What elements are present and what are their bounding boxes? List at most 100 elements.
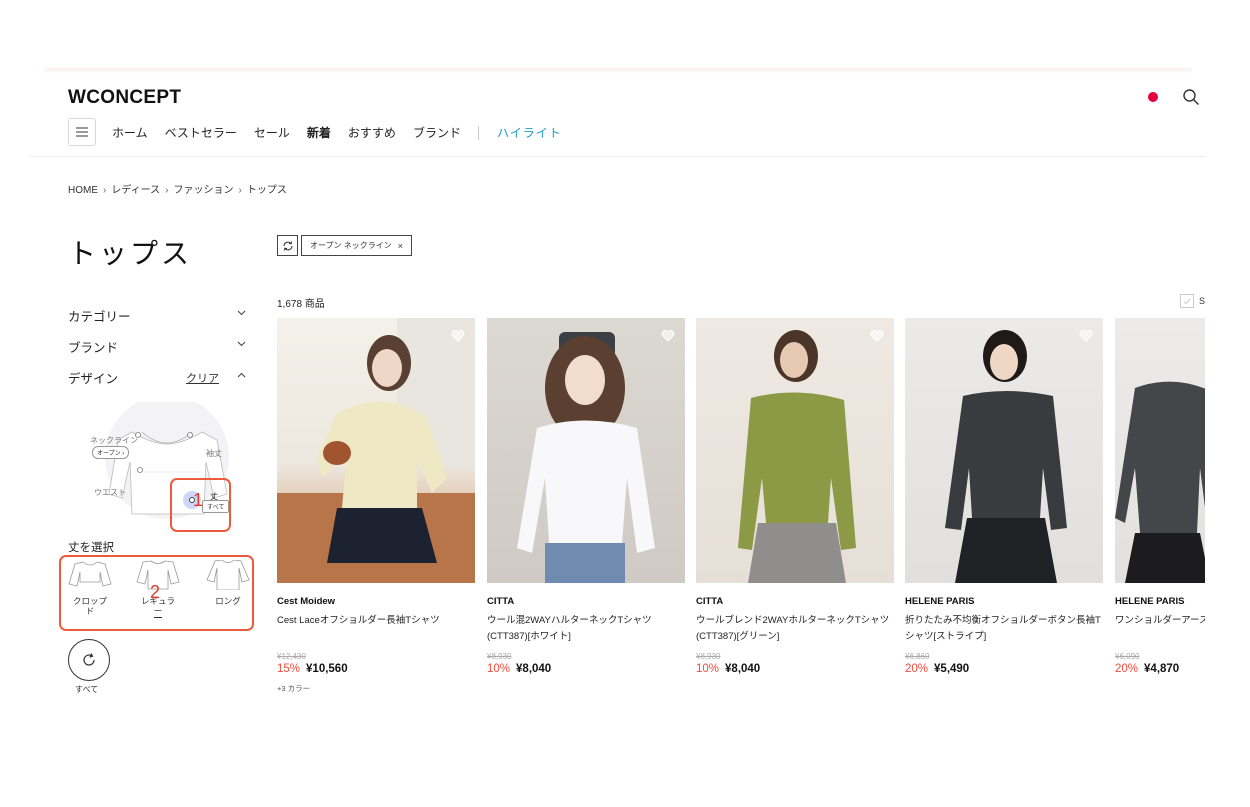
breadcrumb-ladies[interactable]: レディース <box>111 185 160 196</box>
price-row: 10% ¥8,040 <box>696 663 894 675</box>
chevron-down-icon <box>237 310 246 316</box>
price-row: 15% ¥10,560 <box>277 663 475 675</box>
heart-icon[interactable] <box>1079 330 1093 342</box>
sort-label: S <box>1199 296 1206 306</box>
discount-rate: 20% <box>1115 663 1139 675</box>
filter-brand[interactable]: ブランド <box>68 337 246 356</box>
product-name[interactable]: ウールブレンド2WAYホルターネックTシャツ(CTT387)[グリーン] <box>696 613 894 645</box>
nav-bestseller[interactable]: ベストセラー <box>165 124 237 141</box>
close-icon[interactable]: × <box>398 241 403 251</box>
region-flag-icon[interactable] <box>1148 92 1158 102</box>
product-grid: Cest Moidew Cest Laceオフショルダー長袖Tシャツ ¥12,4… <box>277 318 1205 698</box>
filter-category-label: カテゴリー <box>68 310 131 324</box>
page-title: トップス <box>68 238 193 269</box>
breadcrumb: HOME › レディース › ファッション › トップス <box>68 181 287 196</box>
chevron-right-icon: › <box>103 185 107 196</box>
breadcrumb-tops[interactable]: トップス <box>247 185 287 196</box>
price-row: 20% ¥5,490 <box>905 663 1103 675</box>
product-photo-illustration <box>1115 381 1205 583</box>
product-photo-illustration <box>738 330 856 583</box>
breadcrumb-fashion[interactable]: ファッション <box>174 185 234 196</box>
product-brand[interactable]: CITTA <box>696 596 894 607</box>
chevron-right-icon: › <box>238 185 242 196</box>
color-count: +3 カラー <box>277 684 311 693</box>
product-card[interactable]: Cest Moidew Cest Laceオフショルダー長袖Tシャツ ¥12,4… <box>277 318 475 694</box>
active-filter-chip[interactable]: オープン ネックライン × <box>301 235 413 256</box>
heart-icon[interactable] <box>870 330 884 342</box>
price-row: 20% ¥4,870 <box>1115 663 1205 675</box>
heart-icon[interactable] <box>451 330 465 342</box>
product-photo-illustration <box>277 318 475 583</box>
product-image[interactable] <box>1115 318 1205 583</box>
product-card[interactable]: CITTA ウール混2WAYハルターネックTシャツ(CTT387)[ホワイト] … <box>487 318 685 675</box>
annotation-number-2: 2 <box>150 582 161 602</box>
search-icon[interactable] <box>1182 88 1200 106</box>
reset-length-label: すべて <box>75 685 99 694</box>
product-name[interactable]: 折りたたみ不均衡オフショルダーボタン長袖Tシャツ[ストライプ] <box>905 613 1103 645</box>
nav-new[interactable]: 新着 <box>307 124 331 141</box>
refresh-icon <box>283 240 292 251</box>
filter-brand-label: ブランド <box>68 341 119 355</box>
product-name[interactable]: Cest Laceオフショルダー長袖Tシャツ <box>277 613 475 645</box>
hamburger-icon <box>76 127 88 137</box>
neckline-value: オープン <box>97 451 121 457</box>
sale-price: ¥8,040 <box>725 663 761 675</box>
chevron-down-icon <box>237 341 246 347</box>
product-image[interactable] <box>487 318 685 583</box>
product-card[interactable]: CITTA ウールブレンド2WAYホルターネックTシャツ(CTT387)[グリー… <box>696 318 894 675</box>
nav-home[interactable]: ホーム <box>112 124 148 141</box>
sale-price: ¥4,870 <box>1144 663 1180 675</box>
clear-design-link[interactable]: クリア <box>186 370 219 386</box>
product-brand[interactable]: CITTA <box>487 596 685 607</box>
logo[interactable]: WCONCEPT <box>68 87 181 109</box>
sale-price: ¥5,490 <box>934 663 970 675</box>
filter-design-label: デザイン <box>68 372 119 386</box>
chevron-up-icon <box>237 372 246 378</box>
product-card[interactable]: HELENE PARIS 折りたたみ不均衡オフショルダーボタン長袖Tシャツ[スト… <box>905 318 1103 675</box>
product-brand[interactable]: HELENE PARIS <box>1115 596 1205 607</box>
original-price: ¥6,860 <box>905 652 930 661</box>
original-price: ¥8,930 <box>487 652 512 661</box>
sale-price: ¥8,040 <box>516 663 552 675</box>
sort-checkbox[interactable] <box>1180 294 1194 308</box>
breadcrumb-home[interactable]: HOME <box>68 185 98 196</box>
product-card[interactable]: HELENE PARIS ワンショルダーアースロングスリーブTシャツ ¥6,09… <box>1115 318 1205 675</box>
product-brand[interactable]: HELENE PARIS <box>905 596 1103 607</box>
nav-recommend[interactable]: おすすめ <box>348 124 396 141</box>
product-brand[interactable]: Cest Moidew <box>277 596 475 607</box>
filter-design[interactable]: デザイン <box>68 368 246 387</box>
nav-divider <box>477 125 479 140</box>
chevron-right-icon: › <box>165 185 169 196</box>
sale-price: ¥10,560 <box>306 663 348 675</box>
original-price: ¥8,930 <box>696 652 721 661</box>
sleeve-label: 袖丈 <box>206 449 222 458</box>
nav-sale[interactable]: セール <box>254 124 290 141</box>
discount-rate: 10% <box>696 663 720 675</box>
main-nav: ホーム ベストセラー セール 新着 おすすめ ブランド ハイライト <box>112 124 579 141</box>
refresh-icon <box>83 653 95 666</box>
neckline-value-pill[interactable]: オープン › <box>92 446 130 459</box>
reset-length-button[interactable] <box>68 639 110 681</box>
discount-rate: 15% <box>277 663 301 675</box>
filter-category[interactable]: カテゴリー <box>68 306 246 325</box>
waist-label: ウエスト <box>94 488 126 497</box>
product-photo-illustration <box>517 332 655 583</box>
discount-rate: 10% <box>487 663 511 675</box>
length-select-title: 丈を選択 <box>68 542 114 554</box>
original-price: ¥12,430 <box>277 652 306 661</box>
hamburger-menu-button[interactable] <box>68 118 96 146</box>
product-image[interactable] <box>905 318 1103 583</box>
nav-highlight[interactable]: ハイライト <box>497 124 562 141</box>
reset-filters-button[interactable] <box>277 235 298 256</box>
product-image[interactable] <box>277 318 475 583</box>
heart-icon[interactable] <box>661 330 675 342</box>
nav-brand[interactable]: ブランド <box>413 124 461 141</box>
annotation-number-1: 1 <box>193 490 204 510</box>
product-name[interactable]: ウール混2WAYハルターネックTシャツ(CTT387)[ホワイト] <box>487 613 685 645</box>
product-name[interactable]: ワンショルダーアースロングスリーブTシャツ <box>1115 613 1205 645</box>
header-shadow <box>44 68 1192 74</box>
product-image[interactable] <box>696 318 894 583</box>
product-photo-illustration <box>945 330 1067 583</box>
result-count: 1,678 商品 <box>277 299 325 310</box>
discount-rate: 20% <box>905 663 929 675</box>
